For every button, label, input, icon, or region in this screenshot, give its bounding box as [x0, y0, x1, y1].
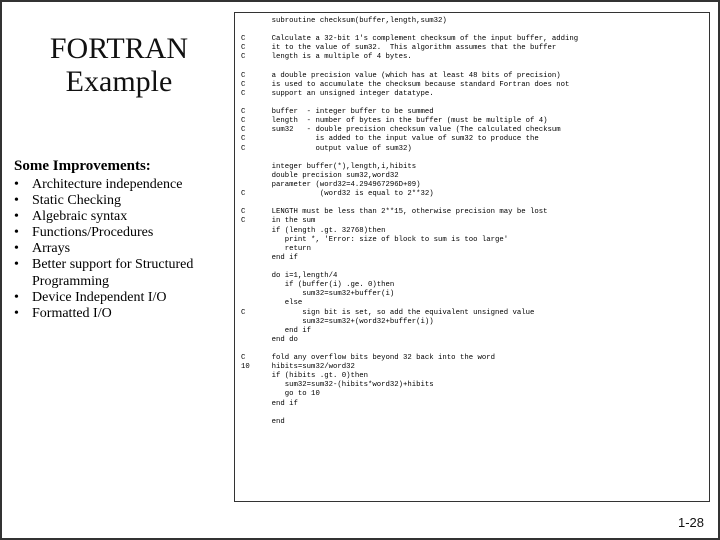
list-item-label: Arrays [32, 241, 224, 257]
list-item-label: Better support for Structured Programmin… [32, 257, 224, 289]
list-item: • Device Independent I/O [14, 290, 224, 306]
list-item: • Architecture independence [14, 177, 224, 193]
bullet-icon: • [14, 257, 32, 273]
list-item: • Better support for Structured Programm… [14, 257, 224, 289]
list-item-label: Formatted I/O [32, 306, 224, 322]
list-item-label: Functions/Procedures [32, 225, 224, 241]
list-item: • Arrays [14, 241, 224, 257]
list-item: • Formatted I/O [14, 306, 224, 322]
bullet-icon: • [14, 209, 32, 225]
slide-title: FORTRAN Example [14, 32, 224, 98]
page-number: 1-28 [678, 515, 704, 530]
bullet-icon: • [14, 193, 32, 209]
bullet-icon: • [14, 225, 32, 241]
list-item-label: Static Checking [32, 193, 224, 209]
fortran-code: subroutine checksum(buffer,length,sum32)… [241, 17, 703, 427]
bullet-icon: • [14, 290, 32, 306]
bullet-icon: • [14, 306, 32, 322]
improvements-heading: Some Improvements: [14, 158, 224, 175]
list-item-label: Device Independent I/O [32, 290, 224, 306]
title-line1: FORTRAN [50, 32, 188, 65]
title-line2: Example [66, 65, 173, 98]
improvements-list: • Architecture independence • Static Che… [14, 177, 224, 322]
list-item: • Algebraic syntax [14, 209, 224, 225]
list-item: • Functions/Procedures [14, 225, 224, 241]
list-item: • Static Checking [14, 193, 224, 209]
bullet-icon: • [14, 177, 32, 193]
list-item-label: Architecture independence [32, 177, 224, 193]
code-box: subroutine checksum(buffer,length,sum32)… [234, 12, 710, 502]
bullet-icon: • [14, 241, 32, 257]
list-item-label: Algebraic syntax [32, 209, 224, 225]
